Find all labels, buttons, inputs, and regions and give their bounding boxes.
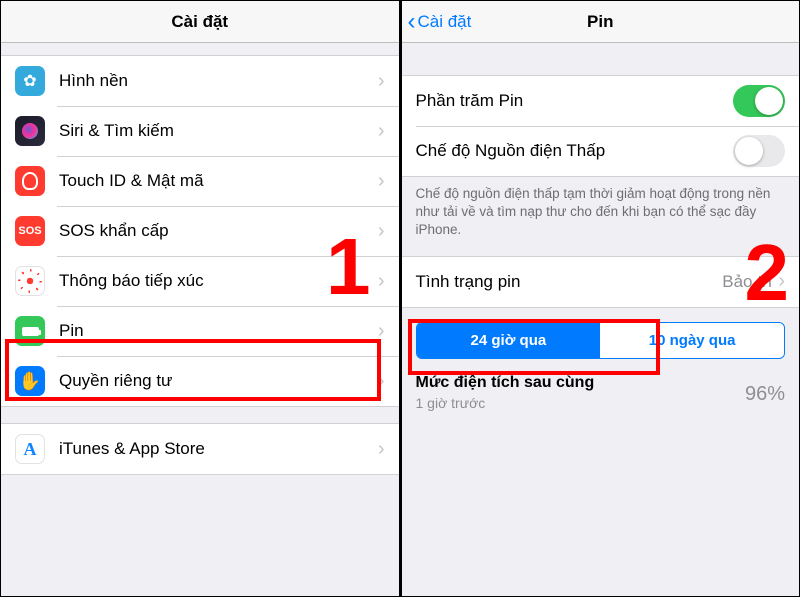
row-appstore[interactable]: A iTunes & App Store › — [1, 424, 399, 474]
chevron-right-icon: › — [378, 270, 385, 293]
battery-header: ‹ Cài đặt Pin — [402, 1, 800, 43]
touchid-icon — [15, 166, 45, 196]
row-exposure[interactable]: Thông báo tiếp xúc › — [1, 256, 399, 306]
row-wallpaper[interactable]: ✿ Hình nền › — [1, 56, 399, 106]
exposure-icon — [15, 266, 45, 296]
chevron-right-icon: › — [778, 270, 785, 293]
row-exposure-label: Thông báo tiếp xúc — [59, 271, 378, 291]
seg-10d[interactable]: 10 ngày qua — [600, 323, 784, 358]
settings-header: Cài đặt — [1, 1, 399, 43]
row-sos[interactable]: SOS SOS khẩn cấp › — [1, 206, 399, 256]
low-power-description: Chế độ nguồn điện thấp tạm thời giảm hoạ… — [402, 177, 800, 250]
battery-health-value: Bảo trì — [722, 272, 772, 292]
settings-group-main: ✿ Hình nền › Siri & Tìm kiếm › Touch ID … — [1, 55, 399, 407]
settings-title: Cài đặt — [171, 12, 228, 32]
last-charge-title: Mức điện tích sau cùng — [416, 373, 745, 393]
row-siri[interactable]: Siri & Tìm kiếm › — [1, 106, 399, 156]
row-battery[interactable]: Pin › — [1, 306, 399, 356]
settings-panel: Cài đặt ✿ Hình nền › Siri & Tìm kiếm › T… — [1, 1, 402, 596]
battery-title: Pin — [587, 12, 613, 32]
row-touchid[interactable]: Touch ID & Mật mã › — [1, 156, 399, 206]
seg-24h[interactable]: 24 giờ qua — [417, 323, 601, 358]
row-battery-percent[interactable]: Phần trăm Pin — [402, 76, 800, 126]
row-wallpaper-label: Hình nền — [59, 71, 378, 91]
chevron-right-icon: › — [378, 70, 385, 93]
battery-health-group: Tình trạng pin Bảo trì › — [402, 256, 800, 308]
last-charge-section: Mức điện tích sau cùng 1 giờ trước 96% — [402, 359, 800, 415]
battery-panel: ‹ Cài đặt Pin Phần trăm Pin Chế độ Nguồn… — [402, 1, 800, 596]
appstore-icon: A — [15, 434, 45, 464]
last-charge-value: 96% — [745, 373, 785, 406]
row-low-power[interactable]: Chế độ Nguồn điện Thấp — [402, 126, 800, 176]
row-battery-label: Pin — [59, 321, 378, 341]
row-siri-label: Siri & Tìm kiếm — [59, 121, 378, 141]
row-battery-health[interactable]: Tình trạng pin Bảo trì › — [402, 257, 800, 307]
siri-icon — [15, 116, 45, 146]
row-privacy[interactable]: ✋ Quyền riêng tư › — [1, 356, 399, 406]
dual-screenshot-container: Cài đặt ✿ Hình nền › Siri & Tìm kiếm › T… — [1, 1, 799, 596]
battery-percent-label: Phần trăm Pin — [416, 91, 734, 111]
chevron-right-icon: › — [378, 320, 385, 343]
sos-icon: SOS — [15, 216, 45, 246]
battery-health-label: Tình trạng pin — [416, 272, 723, 292]
row-sos-label: SOS khẩn cấp — [59, 221, 378, 241]
settings-group-store: A iTunes & App Store › — [1, 423, 399, 475]
row-touchid-label: Touch ID & Mật mã — [59, 171, 378, 191]
chevron-left-icon: ‹ — [408, 10, 416, 34]
battery-toggles-group: Phần trăm Pin Chế độ Nguồn điện Thấp — [402, 75, 800, 177]
row-appstore-label: iTunes & App Store — [59, 439, 378, 459]
battery-percent-toggle[interactable] — [733, 85, 785, 117]
battery-icon — [15, 316, 45, 346]
chevron-right-icon: › — [378, 120, 385, 143]
low-power-toggle[interactable] — [733, 135, 785, 167]
last-charge-subtitle: 1 giờ trước — [416, 395, 745, 411]
back-button[interactable]: ‹ Cài đặt — [408, 10, 472, 34]
chevron-right-icon: › — [378, 170, 385, 193]
chevron-right-icon: › — [378, 220, 385, 243]
back-label: Cài đặt — [418, 12, 472, 32]
low-power-label: Chế độ Nguồn điện Thấp — [416, 141, 734, 161]
wallpaper-icon: ✿ — [15, 66, 45, 96]
chevron-right-icon: › — [378, 438, 385, 461]
row-privacy-label: Quyền riêng tư — [59, 371, 378, 391]
privacy-icon: ✋ — [15, 366, 45, 396]
time-range-segmented[interactable]: 24 giờ qua 10 ngày qua — [416, 322, 786, 359]
chevron-right-icon: › — [378, 370, 385, 393]
